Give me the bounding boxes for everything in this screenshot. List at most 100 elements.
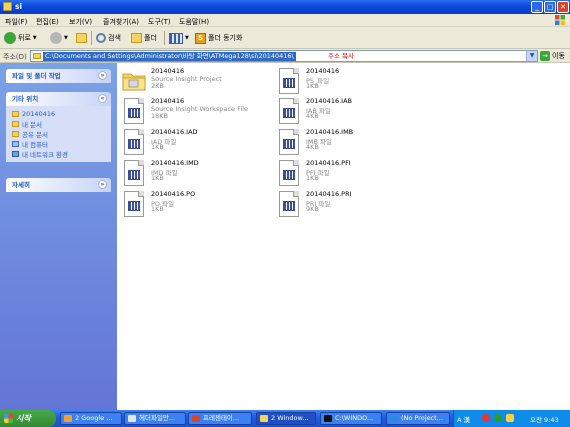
file-item[interactable]: 20140416.PO PO 파일 1KB [120, 189, 270, 219]
views-icon [169, 32, 183, 44]
toolbar-divider [91, 31, 92, 45]
task-label: (No Project... [401, 414, 443, 422]
search-icon [96, 33, 106, 43]
close-button[interactable]: ✕ [557, 1, 569, 13]
address-dropdown-icon[interactable]: ▼ [526, 51, 537, 61]
menu-favorites[interactable]: 즐겨찾기(A) [103, 17, 139, 27]
file-size: 9KB [306, 205, 319, 213]
windows-logo-icon [555, 15, 565, 25]
taskbar-task[interactable]: C:\WINDO... [320, 412, 382, 425]
tray-app-icon[interactable] [494, 414, 502, 422]
file-item[interactable]: 20140416.PRI PRI 파일 9KB [275, 189, 425, 219]
tray-app-icon[interactable] [482, 414, 490, 422]
back-label: 뒤로 [18, 34, 31, 42]
window-title: si [15, 2, 23, 11]
folders-label: 폴더 [144, 34, 157, 42]
folder-icon [12, 111, 19, 117]
file-name: 20140416.PRI [306, 190, 352, 198]
file-size: 4KB [306, 143, 319, 151]
computer-icon [12, 141, 19, 147]
other-places-list: 20140416 내 문서 공유 문서 내 컴퓨터 내 네트워크 환경 [6, 106, 111, 162]
panel-title: 자세히 [12, 181, 30, 189]
file-item[interactable]: 20140416.PFI PFI 파일 1KB [275, 158, 425, 188]
address-path[interactable]: C:\Documents and Settings\Administrator\… [43, 52, 296, 61]
file-item[interactable]: 20140416.IAB IAB 파일 4KB [275, 96, 425, 126]
place-shared-documents[interactable]: 공유 문서 [12, 129, 105, 139]
forward-arrow-icon [50, 32, 62, 44]
folders-button[interactable]: 폴더 [131, 31, 157, 45]
clock[interactable]: 오전 9:43 [530, 414, 559, 424]
file-folder-tasks-header[interactable]: 파일 및 폴더 작업 » [6, 69, 111, 83]
browser-icon [64, 415, 72, 422]
file-name: 20140416.IAD [151, 128, 198, 136]
menu-file[interactable]: 파일(F) [5, 17, 27, 27]
sync-icon: S [195, 32, 206, 44]
taskbar-task[interactable]: 프레젠테이... [188, 412, 252, 425]
folder-sync-button[interactable]: S 폴더 동기화 [195, 31, 242, 45]
place-20140416[interactable]: 20140416 [12, 109, 105, 119]
details-header[interactable]: 자세히 » [6, 178, 111, 192]
document-icon [124, 98, 144, 124]
menu-view[interactable]: 보기(V) [69, 17, 92, 27]
views-button[interactable]: ▼ [169, 31, 189, 45]
panel-title: 파일 및 폴더 작업 [12, 72, 61, 80]
menu-edit[interactable]: 편집(E) [36, 17, 59, 27]
menu-tools[interactable]: 도구(T) [148, 17, 171, 27]
chevron-down-icon[interactable]: » [98, 180, 107, 189]
maximize-button[interactable]: □ [544, 1, 556, 13]
document-icon [279, 129, 299, 155]
file-item[interactable]: 20140416 Source Insight Project 2KB [120, 66, 270, 96]
forward-button[interactable]: ▼ [50, 31, 68, 45]
file-item[interactable]: 20140416.IAD IAD 파일 1KB [120, 127, 270, 157]
document-icon [279, 68, 299, 94]
file-item[interactable]: 20140416 PS_파일 1KB [275, 66, 425, 96]
shared-folder-icon [12, 131, 19, 137]
file-item[interactable]: 20140416.IMD IMD 파일 1KB [120, 158, 270, 188]
minimize-button[interactable]: _ [531, 1, 543, 13]
taskbar-task[interactable]: 2 Window... [256, 412, 316, 425]
file-size: 1KB [306, 82, 319, 90]
up-folder-icon [76, 33, 87, 43]
go-label: 이동 [552, 52, 565, 60]
search-button[interactable]: 검색 [96, 31, 121, 45]
chevron-down-icon[interactable]: » [98, 71, 107, 80]
file-size: 1KB [306, 174, 319, 182]
taskbar-task[interactable]: 2 Google ... [60, 412, 122, 425]
place-my-computer[interactable]: 내 컴퓨터 [12, 139, 105, 149]
go-button[interactable]: → 이동 [540, 51, 565, 61]
folder-icon [33, 53, 41, 59]
file-name: 20140416.IMB [306, 128, 354, 136]
copy-address-link[interactable]: 주소 복사 [328, 52, 354, 61]
console-icon [324, 415, 332, 422]
up-folder-button[interactable] [76, 31, 87, 45]
place-my-documents[interactable]: 내 문서 [12, 119, 105, 129]
chat-icon[interactable] [506, 414, 514, 422]
other-places-header[interactable]: 기타 위치 « [6, 92, 111, 106]
menu-bar: 파일(F) 편집(E) 보기(V) 즐겨찾기(A) 도구(T) 도움말(H) [0, 14, 570, 27]
task-label: 2 Google ... [75, 414, 113, 422]
address-bar: 주소(D) C:\Documents and Settings\Administ… [0, 49, 570, 63]
other-places-panel: 기타 위치 « 20140416 내 문서 공유 문서 내 컴퓨터 내 네트워크… [6, 92, 111, 162]
ime-indicator[interactable]: A 漢 [457, 414, 470, 424]
system-tray: A 漢 오전 9:43 [453, 410, 570, 427]
search-label: 검색 [108, 34, 121, 42]
file-name: 20140416 [151, 97, 185, 105]
file-item[interactable]: 20140416.IMB IMB 파일 4KB [275, 127, 425, 157]
file-item[interactable]: 20140416 Source Insight Workspace File 1… [120, 96, 270, 126]
place-my-network[interactable]: 내 네트워크 환경 [12, 149, 105, 159]
panel-title: 기타 위치 [12, 95, 39, 103]
address-input[interactable]: C:\Documents and Settings\Administrator\… [30, 50, 538, 62]
file-list: 20140416 Source Insight Project 2KB 2014… [117, 63, 570, 410]
network-icon [12, 151, 19, 157]
taskbar-task[interactable]: 헤더파일만... [124, 412, 186, 425]
file-name: 20140416.IMD [151, 159, 199, 167]
start-button[interactable]: 시작 [0, 410, 56, 427]
taskbar: 시작 2 Google ... 헤더파일만... 프레젠테이... 2 Wind… [0, 410, 570, 427]
folder-icon [3, 2, 12, 11]
file-size: 4KB [306, 112, 319, 120]
menu-help[interactable]: 도움말(H) [179, 17, 209, 27]
taskbar-task[interactable]: (No Project... [386, 412, 450, 425]
place-label: 내 네트워크 환경 [22, 151, 68, 159]
back-button[interactable]: 뒤로 ▼ [4, 31, 37, 45]
chevron-up-icon[interactable]: « [98, 94, 107, 103]
